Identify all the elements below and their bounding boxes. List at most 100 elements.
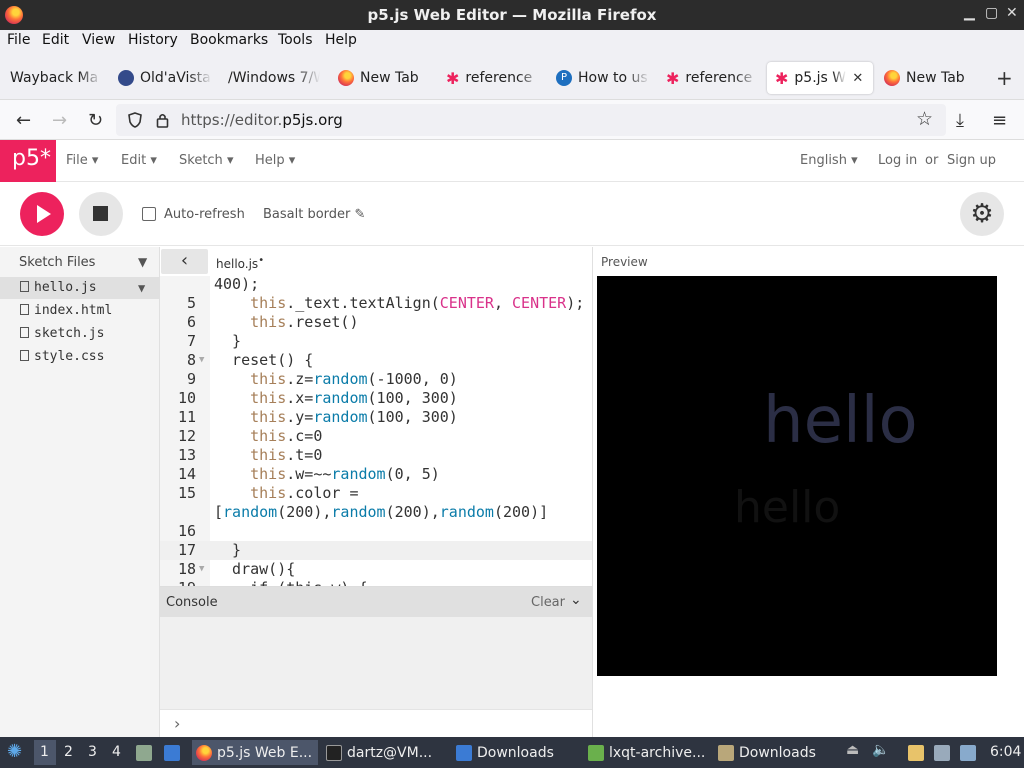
volume-icon[interactable]: 🔈 [872, 742, 889, 758]
login-link[interactable]: Log in [878, 153, 917, 168]
code-line[interactable]: 5 this._text.textAlign(CENTER, CENTER); [160, 294, 592, 313]
tab-windows7[interactable]: /Windows 7/W [228, 62, 320, 94]
line-number: 18 [177, 560, 196, 578]
workspace-2[interactable]: 2 [64, 744, 73, 760]
auto-refresh-checkbox[interactable] [142, 207, 156, 221]
signup-link[interactable]: Sign up [947, 153, 996, 168]
eject-icon[interactable]: ⏏ [846, 742, 859, 758]
code-line[interactable]: 11 this.y=random(100, 300) [160, 408, 592, 427]
collapse-sidebar-chevron-icon[interactable]: ‹ [161, 249, 208, 274]
p5-menu-sketch[interactable]: Sketch ▾ [179, 153, 233, 168]
sketch-name[interactable]: Basalt border ✎ [263, 207, 365, 222]
settings-gear-icon[interactable]: ⚙ [960, 192, 1004, 236]
fold-arrow-icon[interactable]: ▼ [199, 560, 204, 579]
taskbar-downloads-2[interactable]: Downloads [714, 740, 836, 765]
workspace-4[interactable]: 4 [112, 744, 121, 760]
tab-newtab-1[interactable]: New Tab [338, 62, 438, 94]
url-bar[interactable]: https://editor.p5js.org ☆ [116, 104, 946, 136]
play-button[interactable] [20, 192, 64, 236]
taskbar-downloads-1[interactable]: Downloads [452, 740, 578, 765]
url-text[interactable]: https://editor.p5js.org [181, 111, 343, 129]
console-input-row[interactable]: › [160, 709, 592, 738]
close-tab-icon[interactable]: ✕ [852, 71, 863, 86]
file-manager-icon[interactable] [136, 745, 152, 761]
updates-icon[interactable] [960, 745, 976, 761]
tab-reference-2[interactable]: ✱ reference [666, 62, 758, 94]
workspace-1[interactable]: 1 [40, 744, 49, 760]
clipboard-icon[interactable] [908, 745, 924, 761]
code-line[interactable]: 17 } [160, 541, 592, 560]
code-line[interactable]: 9 this.z=random(-1000, 0) [160, 370, 592, 389]
editor-filename-label: hello.js [216, 257, 259, 271]
stop-button[interactable] [79, 192, 123, 236]
code-line[interactable]: 7 } [160, 332, 592, 351]
console-collapse-chevron-icon[interactable]: ⌄ [570, 592, 582, 608]
start-menu-icon[interactable]: ✺ [7, 741, 22, 762]
file-hello-js[interactable]: hello.js ▼ [0, 277, 160, 299]
p5-asterisk-icon: ✱ [775, 68, 789, 88]
back-arrow-icon[interactable]: ← [16, 110, 31, 131]
p5-menu-help[interactable]: Help ▾ [255, 153, 295, 168]
downloads-icon[interactable]: ⤓ [956, 110, 964, 131]
shield-icon[interactable] [128, 112, 142, 128]
file-sketch-js[interactable]: sketch.js [0, 323, 160, 345]
sketch-canvas[interactable]: hello hello [597, 276, 997, 676]
code-line[interactable]: [random(200),random(200),random(200)] [160, 503, 592, 522]
tab-wayback[interactable]: Wayback Ma [10, 62, 102, 94]
code-line[interactable]: 6 this.reset() [160, 313, 592, 332]
taskbar-firefox[interactable]: p5.js Web E... [192, 740, 318, 765]
file-index-html[interactable]: index.html [0, 300, 160, 322]
show-desktop-icon[interactable] [164, 745, 180, 761]
close-window-icon[interactable]: ✕ [1006, 5, 1018, 21]
p5-menu-edit[interactable]: Edit ▾ [121, 153, 157, 168]
tab-p5js-active[interactable]: ✱ p5.js Wi ✕ [767, 62, 873, 94]
menu-view[interactable]: View [82, 32, 115, 48]
file-style-css[interactable]: style.css [0, 346, 160, 368]
code-token: (200)] [493, 503, 549, 521]
code-line[interactable]: 8 ▼ reset() { [160, 351, 592, 370]
file-options-icon[interactable]: ▼ [138, 277, 145, 299]
p5-menu-file[interactable]: File ▾ [66, 153, 98, 168]
code-line[interactable]: 10 this.x=random(100, 300) [160, 389, 592, 408]
minimize-icon[interactable]: ▁ [964, 5, 975, 21]
tab-how-to-use[interactable]: P How to us [556, 62, 650, 94]
code-line[interactable]: 14 this.w=~~random(0, 5) [160, 465, 592, 484]
pencil-icon[interactable]: ✎ [355, 207, 366, 222]
tab-reference-1[interactable]: ✱ reference [446, 62, 542, 94]
code-editor[interactable]: 400); 5 this._text.textAlign(CENTER, CENT… [160, 276, 592, 586]
menu-file[interactable]: File [7, 32, 30, 48]
menu-help[interactable]: Help [325, 32, 357, 48]
network-icon[interactable] [934, 745, 950, 761]
taskbar-terminal[interactable]: dartz@VM... [322, 740, 444, 765]
reload-icon[interactable]: ↻ [88, 110, 103, 131]
code-line[interactable]: 400); [160, 276, 592, 294]
code-line[interactable]: 16 [160, 522, 592, 541]
new-tab-plus-icon[interactable]: + [996, 66, 1013, 90]
code-line[interactable]: 13 this.t=0 [160, 446, 592, 465]
lock-icon[interactable] [156, 112, 169, 128]
p5-logo[interactable]: p5* [0, 140, 56, 182]
sidebar-dropdown-icon[interactable]: ▼ [138, 255, 147, 269]
language-dropdown[interactable]: English ▾ [800, 153, 858, 168]
forward-arrow-icon[interactable]: → [52, 110, 67, 131]
console-clear-button[interactable]: Clear [531, 595, 565, 610]
menu-history[interactable]: History [128, 32, 178, 48]
code-line[interactable]: 18 ▼ draw(){ [160, 560, 592, 579]
hamburger-menu-icon[interactable]: ≡ [992, 110, 1007, 131]
menu-edit[interactable]: Edit [42, 32, 69, 48]
taskbar-item-label: p5.js Web E... [217, 744, 313, 761]
code-line[interactable]: 12 this.c=0 [160, 427, 592, 446]
line-number: 19 [160, 579, 196, 586]
menu-tools[interactable]: Tools [278, 32, 313, 48]
fold-arrow-icon[interactable]: ▼ [199, 351, 204, 370]
workspace-3[interactable]: 3 [88, 744, 97, 760]
tab-oldavista[interactable]: Old'aVista [118, 62, 212, 94]
code-line[interactable]: 15 this.color = [160, 484, 592, 503]
taskbar-lxqt-archiver[interactable]: lxqt-archive... [584, 740, 710, 765]
menu-bookmarks[interactable]: Bookmarks [190, 32, 268, 48]
maximize-icon[interactable]: ▢ [985, 5, 998, 21]
tab-newtab-2[interactable]: New Tab [884, 62, 984, 94]
code-line[interactable]: 19 if (this.w) { [160, 579, 592, 586]
bookmark-star-icon[interactable]: ☆ [916, 108, 933, 130]
